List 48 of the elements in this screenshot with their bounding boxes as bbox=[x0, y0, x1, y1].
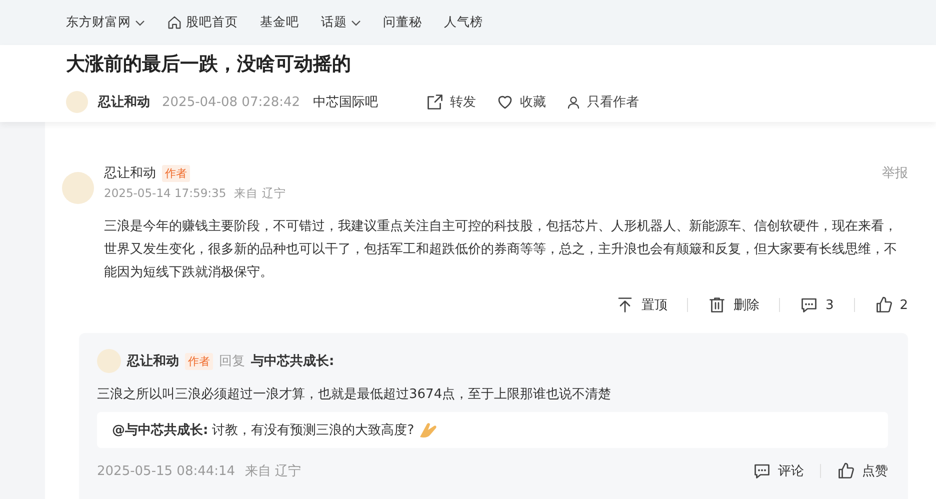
author-tag: 作者 bbox=[162, 164, 190, 182]
comment-icon bbox=[800, 296, 818, 314]
home-icon bbox=[167, 15, 182, 30]
pin-action[interactable]: 置顶 bbox=[616, 296, 668, 314]
reply-target: 与中芯共成长: bbox=[251, 353, 334, 370]
share-icon bbox=[426, 93, 444, 111]
favorite-action[interactable]: 收藏 bbox=[496, 93, 546, 111]
reply-time: 2025-05-15 08:44:14 bbox=[97, 464, 236, 478]
replier-name: 忍让和动 bbox=[127, 353, 179, 370]
avatar bbox=[62, 172, 94, 204]
hand-emoji-icon bbox=[418, 421, 438, 439]
nav-link[interactable]: 话题 bbox=[321, 14, 361, 31]
comment-icon bbox=[753, 462, 771, 480]
quoted-comment: @与中芯共成长: 讨教，有没有预测三浪的大致高度? bbox=[97, 412, 888, 448]
author-action[interactable]: 只看作者 bbox=[566, 93, 640, 111]
heart-icon bbox=[496, 93, 514, 111]
pin-top-icon bbox=[616, 296, 634, 314]
post-time: 2025-04-08 07:28:42 bbox=[162, 94, 300, 110]
nav-link[interactable]: 东方财富网 bbox=[66, 14, 145, 31]
caret-icon bbox=[351, 18, 361, 28]
forum-name: 中芯国际吧 bbox=[313, 94, 378, 111]
delete-action[interactable]: 删除 bbox=[708, 296, 760, 314]
nav-link[interactable]: 问董秘 bbox=[383, 14, 422, 31]
comment-time: 2025-05-14 17:59:35 bbox=[104, 186, 226, 201]
location: 来自 辽宁 bbox=[234, 186, 286, 201]
caret-icon bbox=[135, 18, 145, 28]
reply-label: 回复 bbox=[219, 353, 245, 370]
reply-text: 三浪之所以叫三浪必须超过一浪才算，也就是最低超过3674点，至于上限那谁也说不清楚 bbox=[97, 386, 612, 404]
nav-link[interactable]: 人气榜 bbox=[444, 14, 483, 31]
share-action[interactable]: 转发 bbox=[426, 93, 476, 111]
like-action[interactable]: 2 bbox=[874, 296, 908, 314]
author-name: 忍让和动 bbox=[98, 94, 150, 111]
person-icon bbox=[566, 94, 582, 110]
trash-icon bbox=[708, 296, 726, 314]
like-action[interactable]: 点赞 bbox=[837, 462, 888, 480]
comment-text: 三浪是今年的赚钱主要阶段，不可错过，我建议重点关注自主可控的科技股，包括芯片、人形机器人、新能源车、信创软硬件，现在来看，世界又发生变化，很多新的品种也可以干了，包括军工和超跌低价的券商等等，总之，主升浪也会有颠簸和反复，但大家要有长线思维，不能因为短线下跌就消极保守。 bbox=[104, 218, 898, 282]
comment-action[interactable]: 3 bbox=[800, 296, 834, 314]
thumbs-up-icon bbox=[874, 296, 893, 314]
commenter-name: 忍让和动 bbox=[104, 165, 156, 182]
nav-link[interactable]: 基金吧 bbox=[260, 14, 299, 31]
comment-action[interactable]: 评论 bbox=[753, 462, 804, 480]
avatar bbox=[97, 349, 121, 373]
nav-link[interactable]: 股吧首页 bbox=[167, 14, 238, 31]
location: 来自 辽宁 bbox=[245, 463, 302, 480]
author-tag: 作者 bbox=[185, 352, 213, 370]
avatar bbox=[66, 91, 88, 113]
post-title: 大涨前的最后一跌，没啥可动摇的 bbox=[66, 52, 352, 77]
thumbs-up-icon bbox=[837, 462, 855, 480]
